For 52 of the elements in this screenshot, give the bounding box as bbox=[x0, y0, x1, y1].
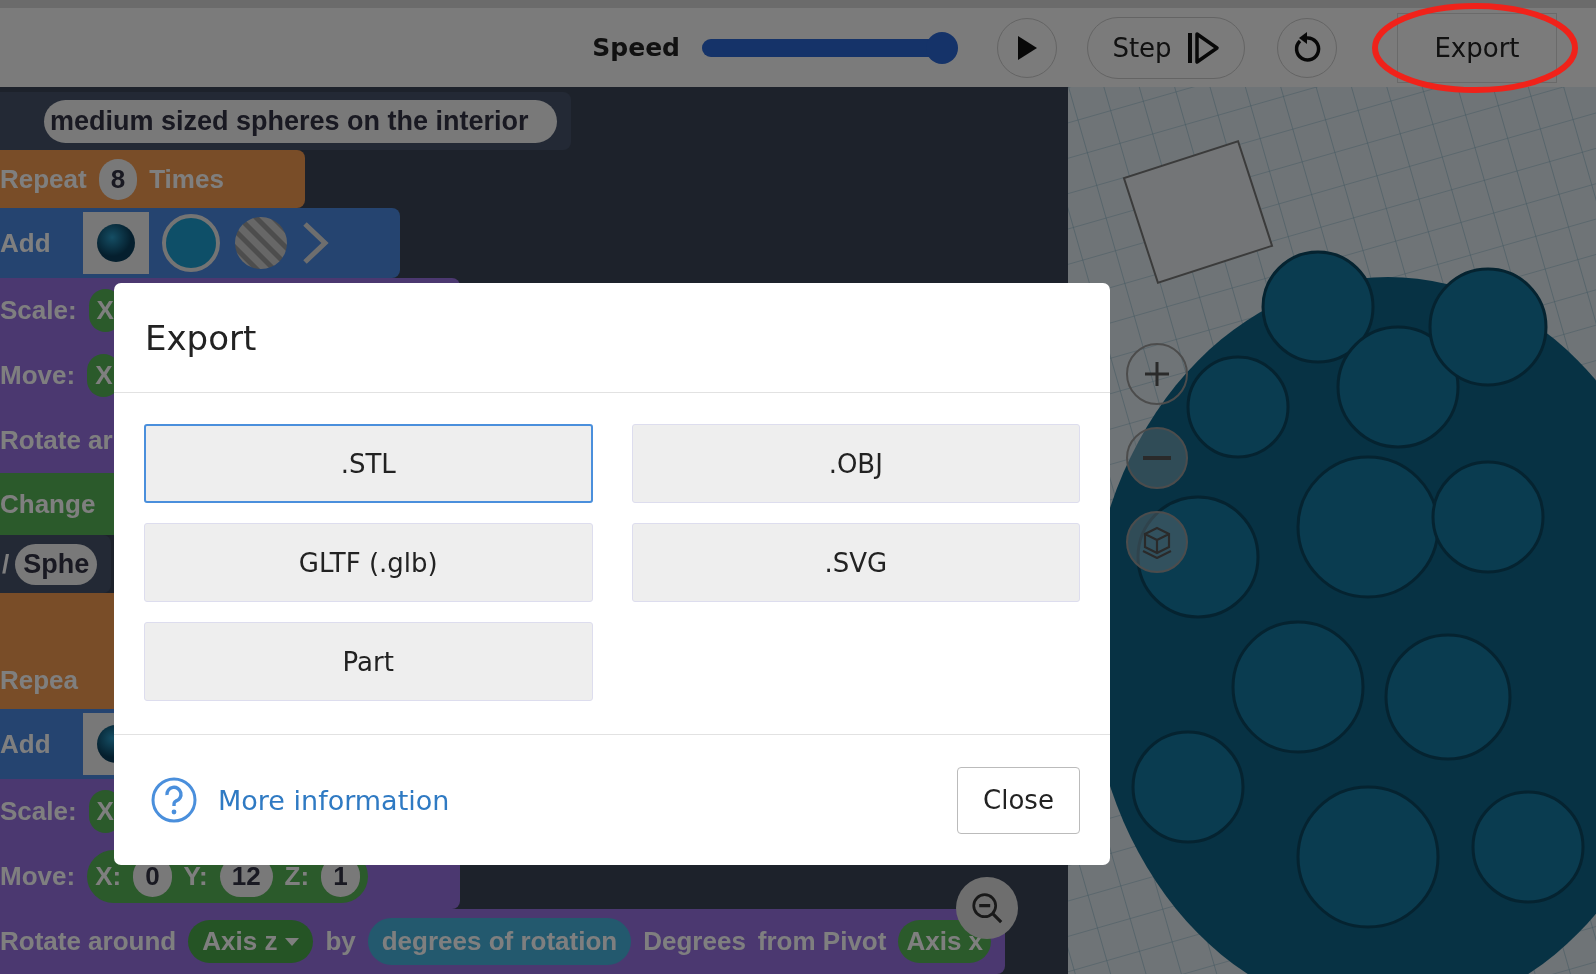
more-information-link[interactable]: More information bbox=[218, 784, 450, 816]
block-label: Scale: bbox=[0, 295, 77, 326]
block-label: Add bbox=[0, 227, 51, 259]
block-label: Rotate around bbox=[0, 926, 177, 957]
block-label: Degrees bbox=[643, 926, 746, 957]
cube-icon bbox=[1140, 525, 1174, 559]
pattern-swatch[interactable] bbox=[232, 215, 289, 271]
close-button[interactable]: Close bbox=[957, 766, 1080, 834]
block-label: Z: bbox=[284, 861, 310, 892]
reset-icon bbox=[1292, 31, 1322, 64]
plus-icon bbox=[1143, 360, 1171, 388]
caret-icon bbox=[285, 937, 300, 946]
block-label: Scale: bbox=[0, 796, 77, 827]
shape-thumbnail[interactable] bbox=[82, 212, 149, 274]
block-label: / bbox=[2, 548, 10, 580]
block-label: Repeat bbox=[0, 163, 87, 195]
value-field[interactable]: medium sized spheres on the interior bbox=[44, 99, 557, 143]
export-format-button[interactable]: .STL bbox=[144, 424, 593, 503]
help-icon bbox=[150, 776, 198, 824]
block-label: Repea bbox=[0, 664, 79, 696]
export-format-button[interactable]: .SVG bbox=[631, 523, 1080, 602]
block-label: from Pivot bbox=[757, 926, 887, 957]
zoom-in-button[interactable] bbox=[1126, 343, 1188, 405]
step-button[interactable]: Step bbox=[1087, 16, 1245, 79]
block-label: Change bbox=[0, 488, 96, 520]
block-label: X: bbox=[95, 861, 122, 892]
export-button[interactable]: Export bbox=[1397, 12, 1557, 83]
block-label: X bbox=[95, 360, 113, 391]
speed-label: Speed bbox=[592, 33, 680, 62]
block-label: Add bbox=[0, 728, 51, 760]
block-label: X bbox=[96, 295, 114, 326]
export-format-button[interactable]: Part bbox=[144, 622, 593, 701]
play-icon bbox=[1016, 34, 1038, 61]
dialog-title: Export bbox=[145, 317, 257, 358]
block-label: Y: bbox=[183, 861, 208, 892]
export-format-button[interactable]: .OBJ bbox=[631, 424, 1080, 503]
export-format-button[interactable]: GLTF (.glb) bbox=[144, 523, 593, 602]
sphere-icon bbox=[95, 223, 136, 263]
block-label: Rotate ar bbox=[0, 425, 113, 456]
color-swatch[interactable] bbox=[160, 213, 221, 273]
zoom-out-icon bbox=[971, 892, 1003, 924]
block-label: Move: bbox=[0, 360, 76, 391]
block-label: Move: bbox=[0, 861, 76, 892]
block-label: X bbox=[96, 796, 114, 827]
slider-thumb[interactable] bbox=[925, 31, 958, 64]
block-label: Times bbox=[149, 163, 224, 195]
step-icon bbox=[1185, 30, 1220, 65]
minus-icon bbox=[1143, 455, 1171, 461]
speed-slider[interactable] bbox=[702, 31, 957, 64]
block-label: by bbox=[325, 926, 356, 957]
value-field[interactable]: 8 bbox=[98, 158, 138, 200]
value-field[interactable]: Sphe bbox=[15, 543, 98, 585]
